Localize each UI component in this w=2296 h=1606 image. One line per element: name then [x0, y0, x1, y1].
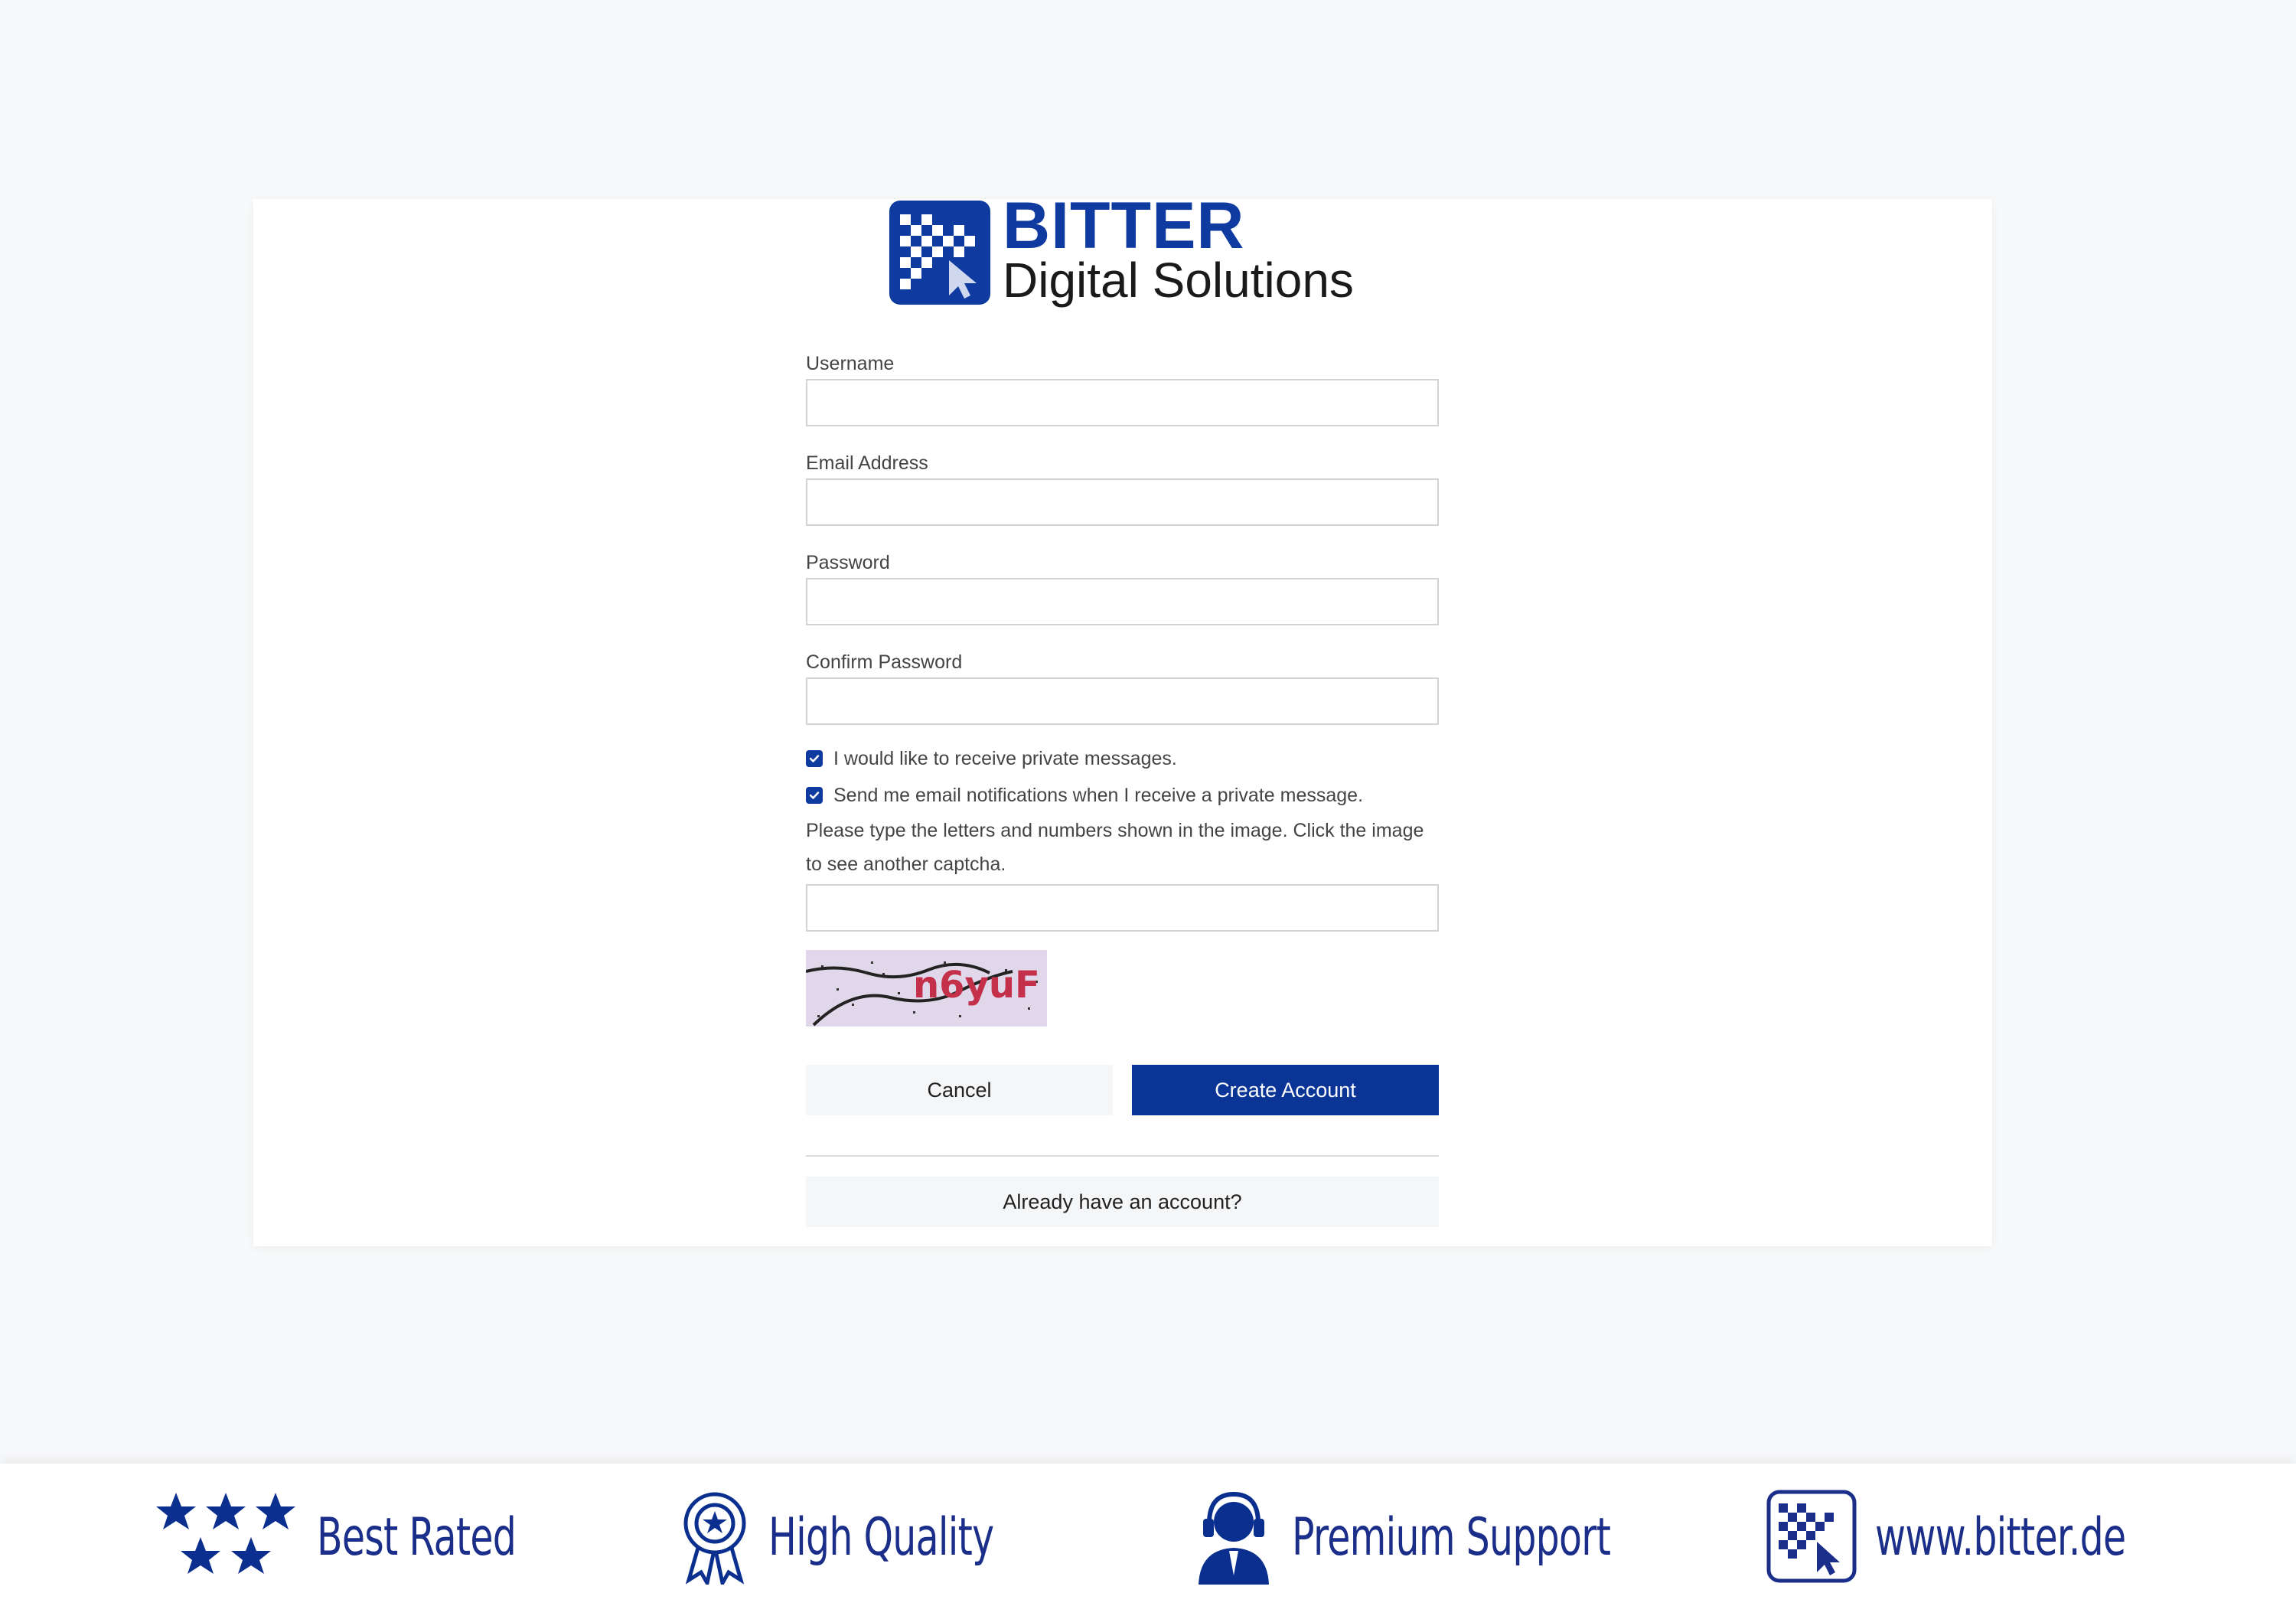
captcha-instructions: Please type the letters and numbers show… [806, 820, 1424, 875]
confirm-password-field-group: Confirm Password [806, 647, 1439, 725]
create-account-button[interactable]: Create Account [1132, 1065, 1439, 1115]
username-input[interactable] [806, 379, 1439, 426]
captcha-text: n6yuF [913, 964, 1040, 1007]
bitter-logo-icon [1766, 1490, 1857, 1583]
feature-high-quality-label: High Quality [768, 1506, 994, 1568]
already-have-account-button[interactable]: Already have an account? [806, 1177, 1439, 1227]
feature-premium-support-label: Premium Support [1292, 1506, 1611, 1568]
check-icon [809, 792, 820, 799]
divider [806, 1155, 1439, 1157]
password-input[interactable] [806, 578, 1439, 625]
feature-website: www.bitter.de [1766, 1490, 2223, 1585]
bitter-logo-icon [889, 201, 990, 305]
confirm-password-label: Confirm Password [806, 651, 963, 673]
cancel-button[interactable]: Cancel [806, 1065, 1113, 1115]
captcha-input[interactable] [806, 884, 1439, 932]
brand-tagline: Digital Solutions [1003, 253, 1354, 308]
award-ribbon-icon [683, 1492, 746, 1585]
email-input[interactable] [806, 478, 1439, 526]
check-icon [809, 755, 820, 762]
private-messages-label: I would like to receive private messages… [833, 747, 1177, 769]
feature-best-rated: Best Rated [153, 1490, 593, 1585]
confirm-password-input[interactable] [806, 677, 1439, 725]
captcha-image[interactable]: n6yuF [806, 950, 1047, 1027]
brand-logo: BITTER Digital Solutions [889, 193, 1364, 312]
password-field-group: Password [806, 547, 1439, 625]
form-actions: Cancel Create Account [806, 1065, 1439, 1115]
email-notifications-label: Send me email notifications when I recei… [833, 784, 1364, 806]
feature-best-rated-label: Best Rated [317, 1506, 517, 1568]
username-field-group: Username [806, 348, 1439, 426]
brand-name: BITTER [1003, 189, 1245, 263]
footer-banner: Best Rated High Quality Premium Support [0, 1464, 2296, 1606]
registration-form: Username Email Address Password Confirm … [806, 348, 1439, 1227]
email-field-group: Email Address [806, 448, 1439, 526]
email-notifications-checkbox[interactable] [806, 787, 823, 804]
feature-premium-support: Premium Support [1194, 1490, 1734, 1585]
password-label: Password [806, 552, 890, 573]
stars-icon [156, 1493, 295, 1574]
private-messages-option[interactable]: I would like to receive private messages… [806, 740, 1439, 777]
private-messages-checkbox[interactable] [806, 750, 823, 767]
support-agent-icon [1199, 1491, 1269, 1585]
username-label: Username [806, 353, 895, 374]
feature-website-label[interactable]: www.bitter.de [1875, 1507, 2126, 1568]
feature-high-quality: High Quality [678, 1490, 1081, 1585]
email-notifications-option[interactable]: Send me email notifications when I recei… [806, 777, 1439, 814]
email-label: Email Address [806, 452, 928, 474]
